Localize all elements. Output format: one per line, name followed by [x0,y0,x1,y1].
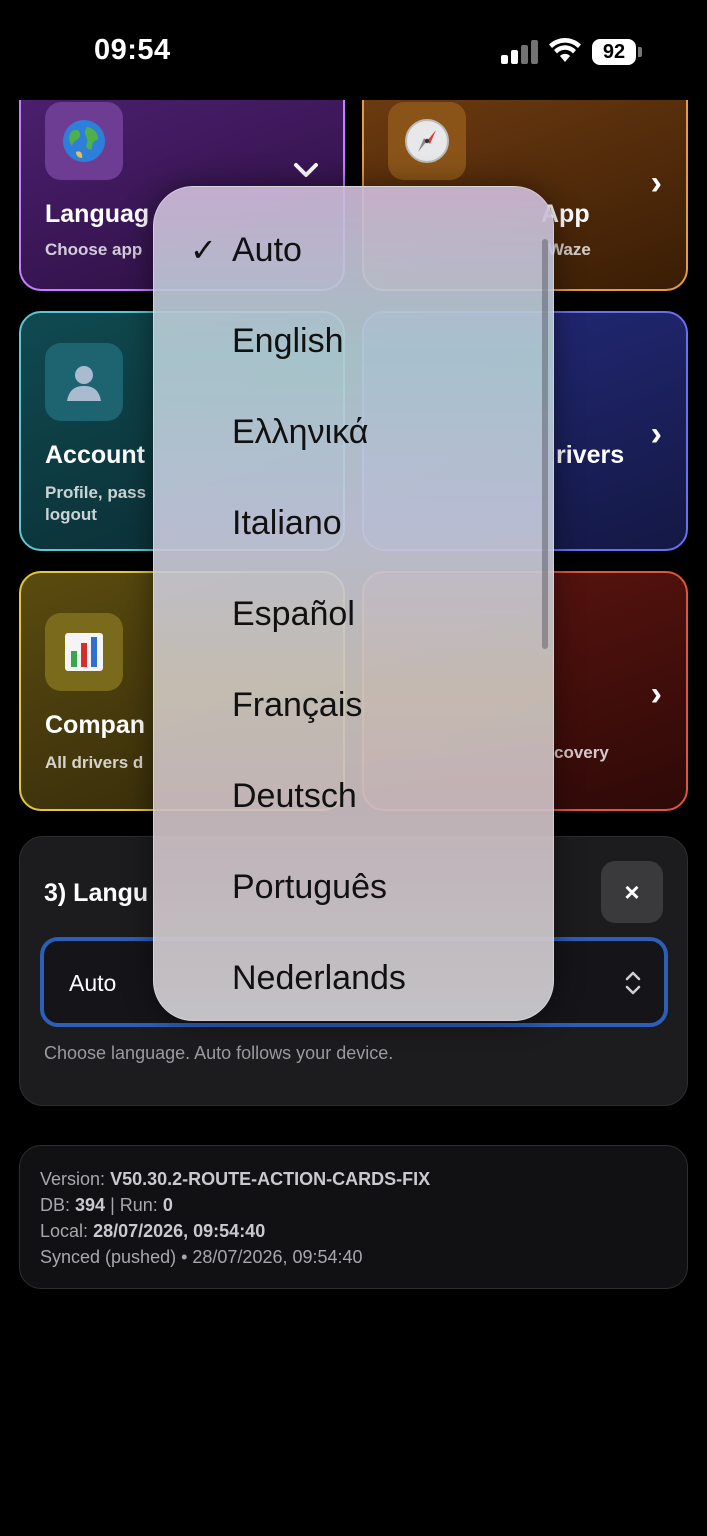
menu-item-label: Auto [232,231,302,269]
menu-item-label: Français [232,686,363,724]
wifi-icon [549,38,581,62]
run-label: | Run: [110,1195,158,1215]
menu-item-italian[interactable]: Italiano [154,476,553,567]
db-run-line: DB: 394 | Run: 0 [40,1192,667,1218]
status-time: 09:54 [94,34,171,66]
menu-item-spanish[interactable]: Español [154,567,553,658]
local-label: Local: [40,1221,89,1241]
db-value: 394 [75,1195,106,1215]
battery-icon: 92 [592,39,642,65]
menu-scrollbar[interactable] [542,239,548,649]
navigation-card-subtitle: Waze [548,240,591,259]
menu-item-label: Deutsch [232,777,357,815]
menu-item-dutch[interactable]: Nederlands [154,931,553,1020]
run-value: 0 [162,1195,173,1215]
menu-item-english[interactable]: English [154,294,553,385]
menu-item-german[interactable]: Deutsch [154,749,553,840]
drivers-card-title: rivers [556,441,625,469]
bar-chart-icon [45,613,123,691]
language-card-title: Languag [45,200,150,228]
menu-item-label: Português [232,868,387,906]
chevron-right-icon: › [650,164,662,202]
battery-level: 92 [592,39,636,65]
version-line: Version: V50.30.2-ROUTE-ACTION-CARDS-FIX [40,1166,667,1192]
compass-icon [388,102,466,180]
chevron-right-icon: › [650,415,662,453]
menu-item-label: Italiano [232,504,342,542]
checkmark-icon: ✓ [190,232,217,268]
menu-item-auto[interactable]: ✓ Auto [154,203,553,294]
menu-item-french[interactable]: Français [154,658,553,749]
chevron-up-down-icon [625,971,641,995]
cellular-signal-icon [501,40,539,64]
language-panel-title: 3) Langu [44,879,149,907]
app-screen: 09:54 92 Languag Choose app App Waze › A… [0,0,707,1536]
version-label: Version: [40,1169,106,1189]
security-card-subtitle: covery [554,743,609,762]
synced-line: Synced (pushed) • 28/07/2026, 09:54:40 [40,1247,363,1267]
chevron-down-icon [293,160,319,180]
menu-item-label: English [232,322,344,360]
version-info-panel: Version: V50.30.2-ROUTE-ACTION-CARDS-FIX… [19,1145,688,1289]
language-select-value: Auto [69,970,117,996]
close-button[interactable]: × [601,861,663,923]
company-card-subtitle: All drivers d [45,753,144,772]
language-card-subtitle: Choose app [45,240,143,259]
account-card-title: Account [45,441,145,469]
db-label: DB: [40,1195,71,1215]
language-dropdown-menu: ✓ Auto English Ελληνικά Italiano Español… [153,186,554,1021]
account-card-subtitle-2: logout [45,505,97,524]
chevron-right-icon: › [650,675,662,713]
language-hint: Choose language. Auto follows your devic… [44,1043,394,1063]
menu-item-label: Ελληνικά [232,413,369,451]
menu-item-label: Nederlands [232,959,406,997]
local-value: 28/07/2026, 09:54:40 [93,1221,266,1241]
menu-item-greek[interactable]: Ελληνικά [154,385,553,476]
menu-item-label: Español [232,595,355,633]
version-value: V50.30.2-ROUTE-ACTION-CARDS-FIX [110,1169,431,1189]
person-icon [45,343,123,421]
account-card-subtitle-1: Profile, pass [45,483,147,502]
menu-item-portuguese[interactable]: Português [154,840,553,931]
company-card-title: Compan [45,711,145,739]
status-bar: 09:54 92 [0,0,707,100]
local-line: Local: 28/07/2026, 09:54:40 [40,1218,667,1244]
globe-icon [45,102,123,180]
